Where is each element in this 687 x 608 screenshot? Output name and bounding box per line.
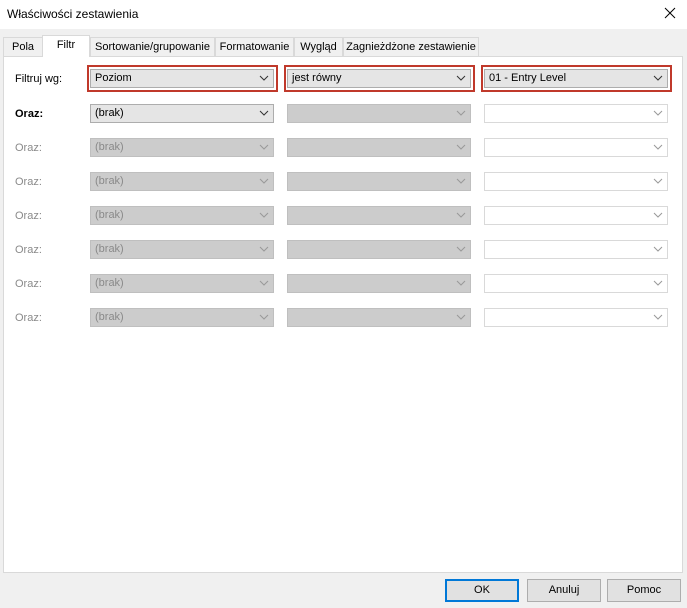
tab-sortowanie[interactable]: Sortowanie/grupowanie xyxy=(90,37,215,56)
operator-dropdown[interactable]: jest równy xyxy=(287,69,471,88)
chevron-down-icon xyxy=(653,178,663,184)
chevron-down-icon xyxy=(653,314,663,320)
chevron-down-icon xyxy=(653,280,663,286)
operator-dropdown xyxy=(287,308,471,327)
field-dropdown: (brak) xyxy=(90,172,274,191)
chevron-down-icon xyxy=(259,314,269,320)
operator-dropdown xyxy=(287,240,471,259)
chevron-down-icon xyxy=(259,110,269,116)
title-bar: Właściwości zestawienia xyxy=(0,0,687,29)
chevron-down-icon xyxy=(456,75,466,81)
chevron-down-icon xyxy=(653,75,663,81)
operator-value: jest równy xyxy=(292,72,342,84)
filter-row-label: Oraz: xyxy=(15,278,42,290)
chevron-down-icon xyxy=(456,110,466,116)
value-dropdown xyxy=(484,274,668,293)
chevron-down-icon xyxy=(653,246,663,252)
value-dropdown xyxy=(484,308,668,327)
operator-dropdown xyxy=(287,274,471,293)
chevron-down-icon xyxy=(456,314,466,320)
value-dropdown xyxy=(484,240,668,259)
value-dropdown xyxy=(484,104,668,123)
field-dropdown: (brak) xyxy=(90,206,274,225)
chevron-down-icon xyxy=(653,144,663,150)
filter-row-label: Oraz: xyxy=(15,108,44,120)
value-dropdown xyxy=(484,206,668,225)
chevron-down-icon xyxy=(259,280,269,286)
tab-formatowanie[interactable]: Formatowanie xyxy=(215,37,294,56)
close-icon xyxy=(664,7,676,19)
field-value: (brak) xyxy=(95,243,124,255)
chevron-down-icon xyxy=(653,110,663,116)
tab-zagniezdzone[interactable]: Zagnieżdżone zestawienie xyxy=(343,37,479,56)
chevron-down-icon xyxy=(456,280,466,286)
filter-row-label: Oraz: xyxy=(15,210,42,222)
field-value: (brak) xyxy=(95,311,124,323)
tab-pola[interactable]: Pola xyxy=(3,37,43,56)
field-value: (brak) xyxy=(95,209,124,221)
tab-wyglad[interactable]: Wygląd xyxy=(294,37,343,56)
field-value: Poziom xyxy=(95,72,132,84)
chevron-down-icon xyxy=(456,212,466,218)
value-dropdown xyxy=(484,138,668,157)
operator-dropdown xyxy=(287,172,471,191)
tab-filtr[interactable]: Filtr xyxy=(42,35,90,57)
value-dropdown[interactable]: 01 - Entry Level xyxy=(484,69,668,88)
filter-row-label: Oraz: xyxy=(15,142,42,154)
operator-dropdown xyxy=(287,104,471,123)
chevron-down-icon xyxy=(456,246,466,252)
field-value: (brak) xyxy=(95,277,124,289)
field-dropdown: (brak) xyxy=(90,274,274,293)
chevron-down-icon xyxy=(259,178,269,184)
field-value: (brak) xyxy=(95,175,124,187)
value-value: 01 - Entry Level xyxy=(489,72,567,84)
filter-row-label: Oraz: xyxy=(15,312,42,324)
window-title: Właściwości zestawienia xyxy=(7,7,139,21)
help-button[interactable]: Pomoc xyxy=(607,579,681,602)
chevron-down-icon xyxy=(259,246,269,252)
chevron-down-icon xyxy=(259,75,269,81)
ok-button[interactable]: OK xyxy=(445,579,519,602)
close-button[interactable] xyxy=(659,3,681,23)
field-value: (brak) xyxy=(95,141,124,153)
field-dropdown: (brak) xyxy=(90,308,274,327)
chevron-down-icon xyxy=(456,144,466,150)
operator-dropdown xyxy=(287,206,471,225)
filter-row-label: Oraz: xyxy=(15,176,42,188)
cancel-button[interactable]: Anuluj xyxy=(527,579,601,602)
value-dropdown xyxy=(484,172,668,191)
field-dropdown[interactable]: (brak) xyxy=(90,104,274,123)
chevron-down-icon xyxy=(259,212,269,218)
filter-row-label: Filtruj wg: xyxy=(15,73,63,85)
field-dropdown: (brak) xyxy=(90,138,274,157)
filter-row-label: Oraz: xyxy=(15,244,42,256)
field-value: (brak) xyxy=(95,107,124,119)
field-dropdown[interactable]: Poziom xyxy=(90,69,274,88)
field-dropdown: (brak) xyxy=(90,240,274,259)
operator-dropdown xyxy=(287,138,471,157)
chevron-down-icon xyxy=(259,144,269,150)
chevron-down-icon xyxy=(456,178,466,184)
chevron-down-icon xyxy=(653,212,663,218)
